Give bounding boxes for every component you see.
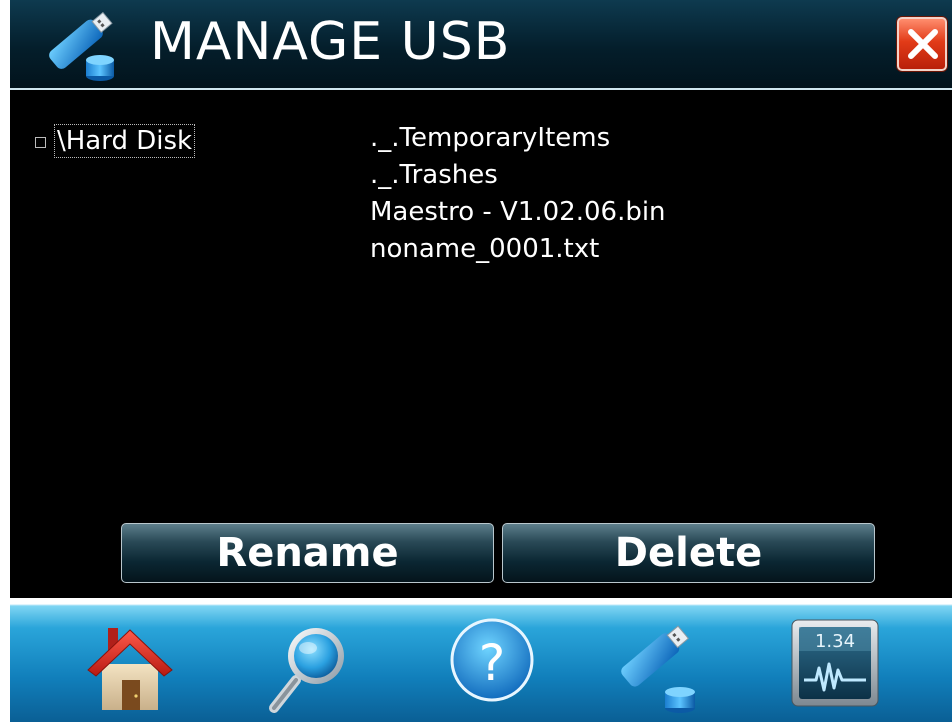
home-icon: [87, 628, 173, 710]
rename-button[interactable]: Rename: [121, 523, 494, 583]
monitor-value: 1.34: [815, 631, 855, 652]
magnifier-icon: [269, 628, 344, 713]
file-item[interactable]: ._.TemporaryItems: [370, 120, 666, 157]
file-item[interactable]: noname_0001.txt: [370, 231, 666, 268]
close-button[interactable]: [897, 17, 947, 71]
monitor-button[interactable]: 1.34: [780, 618, 880, 718]
tree-expander[interactable]: [35, 137, 46, 148]
home-button[interactable]: [80, 618, 180, 718]
page-title: MANAGE USB: [150, 12, 511, 72]
monitor-icon: 1.34: [791, 619, 879, 707]
svg-text:?: ?: [479, 634, 506, 692]
file-browser: \Hard Disk ._.TemporaryItems ._.Trashes …: [10, 90, 952, 598]
help-button[interactable]: ?: [435, 618, 535, 718]
file-list: ._.TemporaryItems ._.Trashes Maestro - V…: [370, 120, 666, 268]
usb-drive-icon: [30, 8, 120, 84]
usb-button[interactable]: [600, 618, 700, 718]
tree-item-label[interactable]: \Hard Disk: [53, 124, 196, 158]
app-window: MANAGE USB \Hard Disk ._.TemporaryItems …: [10, 0, 952, 722]
close-icon: [908, 29, 938, 59]
file-item[interactable]: ._.Trashes: [370, 157, 666, 194]
file-item[interactable]: Maestro - V1.02.06.bin: [370, 194, 666, 231]
search-button[interactable]: [260, 618, 360, 718]
usb-drive-icon: [621, 625, 695, 713]
delete-button[interactable]: Delete: [502, 523, 875, 583]
help-icon: ?: [450, 618, 534, 702]
header-bar: MANAGE USB: [10, 0, 952, 90]
bottom-nav: ? 1.34: [10, 598, 952, 722]
